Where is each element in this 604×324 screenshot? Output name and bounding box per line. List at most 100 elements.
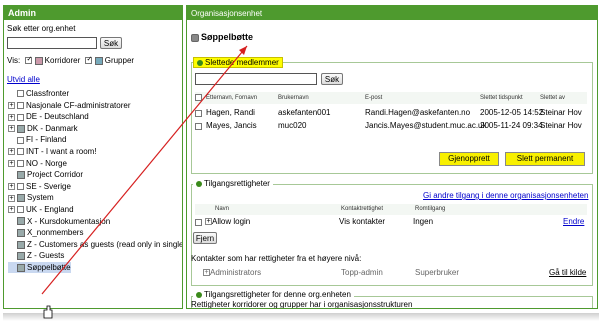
rights-row-checkbox[interactable] xyxy=(195,219,202,226)
inherited-name-text: Administrators xyxy=(210,268,262,277)
tree-item-label: X_nonmembers xyxy=(27,228,84,238)
tree-item-label: Classfronter xyxy=(26,89,70,98)
tree-checkbox[interactable] xyxy=(17,183,24,191)
org-search-button[interactable]: Søk xyxy=(100,37,122,49)
member-row-checkbox[interactable] xyxy=(195,110,202,117)
tree-item-label: NO - Norge xyxy=(26,158,67,168)
tree-item-label: FI - Finland xyxy=(26,135,67,145)
tree-item[interactable]: + DK - Danmark xyxy=(8,123,78,134)
member-cell: 2005-12-05 14:52 xyxy=(480,108,544,117)
tree-checkbox[interactable] xyxy=(17,136,24,144)
org-search-input[interactable] xyxy=(7,37,97,49)
expand-icon[interactable]: + xyxy=(8,125,15,133)
col-username: Brukernavn xyxy=(278,95,309,101)
col-name: Etternavn, Fornavn xyxy=(206,95,258,101)
view-label: Vis: xyxy=(7,56,21,65)
tree-checkbox[interactable] xyxy=(17,90,24,98)
tree-item[interactable]: Classfronter xyxy=(8,88,69,99)
expand-all-link[interactable]: Utvid alle xyxy=(7,75,40,84)
tree-item[interactable]: X - Kursdokumentasjon xyxy=(8,216,110,227)
rights-table-header: Navn Kontaktrettighet Romtilgang xyxy=(195,204,587,215)
member-cell: Hagen, Randi xyxy=(206,108,255,117)
screenshot: { "left": { "title": "Admin", "search_la… xyxy=(0,0,604,324)
tree-item[interactable]: + NO - Norge xyxy=(8,158,67,169)
expand-icon[interactable]: + xyxy=(8,159,15,167)
tree-item-label: Nasjonale CF-administratorer xyxy=(26,100,131,110)
col-room-access: Romtilgang xyxy=(415,206,446,212)
tree-item[interactable]: FI - Finland xyxy=(8,134,66,145)
select-all-checkbox[interactable] xyxy=(195,94,202,101)
tree-item-label: Z - Guests xyxy=(27,251,65,261)
member-row-checkbox[interactable] xyxy=(195,123,202,130)
restore-button[interactable]: Gjenopprett xyxy=(439,152,499,166)
tree-item[interactable]: Project Corridor xyxy=(8,169,83,180)
expand-icon[interactable]: + xyxy=(8,101,15,109)
expand-icon[interactable]: + xyxy=(205,218,212,226)
member-cell: 2005-11-24 09:34 xyxy=(480,121,543,130)
tree-checkbox[interactable] xyxy=(17,159,24,167)
member-cell: Steinar Hov xyxy=(540,108,582,117)
rights-row-name: +Allow login xyxy=(205,217,250,226)
admin-panel-title: Admin xyxy=(4,6,182,20)
tree-item[interactable]: Z - Customers as guests (read only in si… xyxy=(8,239,183,250)
corridors-label: Korridorer xyxy=(44,56,81,65)
tree-item[interactable]: Søppelbøtte xyxy=(8,262,71,273)
corridor-icon xyxy=(34,56,43,65)
group-icon xyxy=(17,240,25,249)
section-bullet-icon xyxy=(196,291,202,298)
tree-item[interactable]: + SE - Sverige xyxy=(8,181,71,192)
tree-item-label: Z - Customers as guests (read only in si… xyxy=(27,239,183,249)
tree-checkbox[interactable] xyxy=(17,148,24,156)
col-deleted-by: Slettet av xyxy=(540,95,566,101)
col-deleted-time: Slettet tidspunkt xyxy=(480,95,523,101)
edit-rights-link[interactable]: Endre xyxy=(563,217,584,226)
expand-icon[interactable]: + xyxy=(8,206,15,214)
grant-access-link[interactable]: Gi andre tilgang i denne organisasjonsen… xyxy=(423,191,588,200)
tree-item-label: SE - Sverige xyxy=(26,181,71,191)
tree-item[interactable]: + Nasjonale CF-administratorer xyxy=(8,100,130,111)
tree-item[interactable]: Z - Guests xyxy=(8,250,64,261)
inherited-row-room: Superbruker xyxy=(415,268,460,277)
deleted-members-legend: Slettede medlemmer xyxy=(193,57,283,68)
corridors-checkbox[interactable] xyxy=(25,55,33,65)
group-icon xyxy=(17,194,25,203)
member-cell: muc020 xyxy=(278,121,307,130)
org-unit-panel-title: Organisasjonsenhet xyxy=(187,6,597,20)
expand-icon[interactable]: + xyxy=(8,113,15,121)
tree-item[interactable]: + DE - Deutschland xyxy=(8,111,89,122)
inherited-row-contact: Topp-admin xyxy=(341,268,383,277)
expand-icon[interactable]: + xyxy=(203,269,210,277)
tree-item-label: X - Kursdokumentasjon xyxy=(27,216,111,226)
col-email: E-post xyxy=(365,95,383,101)
expand-icon[interactable]: + xyxy=(8,194,15,202)
expand-icon[interactable]: + xyxy=(8,148,15,156)
member-search-button[interactable]: Søk xyxy=(321,73,343,85)
tree-checkbox[interactable] xyxy=(17,113,24,121)
go-to-source-link[interactable]: Gå til kilde xyxy=(549,268,586,277)
tree-item-label: DE - Deutschland xyxy=(26,112,89,122)
tree-checkbox[interactable] xyxy=(17,101,24,109)
tree-item[interactable]: X_nonmembers xyxy=(8,227,83,238)
tree-item-label: INT - I want a room! xyxy=(26,147,97,156)
groups-checkbox[interactable] xyxy=(85,55,93,65)
unit-heading: Søppelbøtte xyxy=(191,32,253,42)
group-icon xyxy=(17,171,25,180)
tree-checkbox[interactable] xyxy=(17,206,24,214)
tree-item[interactable]: + INT - I want a room! xyxy=(8,146,97,157)
members-table-header: Etternavn, Fornavn Brukernavn E-post Sle… xyxy=(195,92,587,104)
tree-item-label: DK - Danmark xyxy=(27,123,78,133)
tree-item[interactable]: + UK - England xyxy=(8,204,74,215)
col-rights-name: Navn xyxy=(215,206,230,212)
unit-name: Søppelbøtte xyxy=(201,32,253,42)
tree-item[interactable]: + System xyxy=(8,192,54,203)
remove-button[interactable]: Fjern xyxy=(193,232,217,244)
tree-item-label: UK - England xyxy=(26,205,74,214)
rights-row-contact: Vis kontakter xyxy=(339,217,386,226)
member-cell: Randi.Hagen@askefanten.no xyxy=(365,108,471,117)
group-icon xyxy=(17,217,25,226)
member-search-input[interactable] xyxy=(195,73,317,85)
expand-icon[interactable]: + xyxy=(8,183,15,191)
member-cell: Mayes, Jancis xyxy=(206,121,257,130)
member-cell: askefanten001 xyxy=(278,108,331,117)
delete-permanently-button[interactable]: Slett permanent xyxy=(505,152,585,166)
